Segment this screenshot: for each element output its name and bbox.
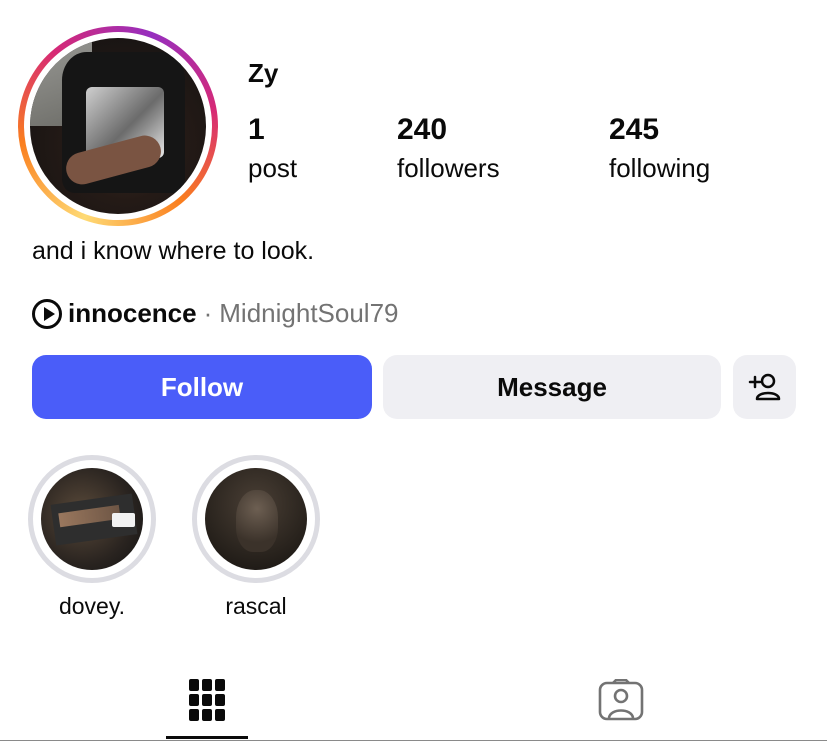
- divider: [0, 740, 827, 741]
- message-button[interactable]: Message: [383, 355, 721, 419]
- followers-stat[interactable]: 240 followers: [397, 112, 500, 188]
- profile-photo: [30, 38, 206, 214]
- following-stat[interactable]: 245 following: [609, 112, 710, 188]
- grid-icon: [189, 679, 225, 721]
- bio-text: and i know where to look.: [32, 237, 315, 265]
- highlight-dovey[interactable]: dovey.: [28, 455, 156, 620]
- suggested-users-button[interactable]: [733, 355, 796, 419]
- person-add-icon: [748, 373, 780, 401]
- highlight-label: dovey.: [58, 593, 126, 619]
- highlight-label: rascal: [225, 593, 287, 619]
- highlight-cover: [41, 468, 143, 570]
- tab-tagged[interactable]: [580, 660, 662, 740]
- highlight-rascal[interactable]: rascal: [192, 455, 320, 620]
- tab-posts-grid[interactable]: [166, 660, 248, 740]
- followers-label: followers: [397, 153, 500, 183]
- music-separator: ·: [203, 298, 213, 328]
- profile-avatar[interactable]: [18, 26, 218, 226]
- profile-music[interactable]: innocence · MidnightSoul79: [32, 298, 399, 329]
- username: Zy: [248, 58, 279, 88]
- posts-label: post: [248, 153, 298, 183]
- play-circle-icon: [32, 298, 62, 329]
- active-tab-indicator: [166, 736, 248, 739]
- follow-button[interactable]: Follow: [32, 355, 372, 419]
- profile-page: Zy 1 post 240 followers 245 following an…: [0, 0, 827, 743]
- following-label: following: [609, 153, 711, 183]
- followers-count: 240: [397, 113, 448, 146]
- song-artist: MidnightSoul79: [219, 298, 399, 328]
- profile-tabs: [0, 660, 827, 743]
- posts-count: 1: [248, 113, 265, 146]
- posts-stat[interactable]: 1 post: [248, 112, 297, 188]
- highlight-cover: [205, 468, 307, 570]
- following-count: 245: [609, 113, 660, 146]
- song-title: innocence: [68, 298, 197, 328]
- tagged-person-icon: [598, 679, 644, 721]
